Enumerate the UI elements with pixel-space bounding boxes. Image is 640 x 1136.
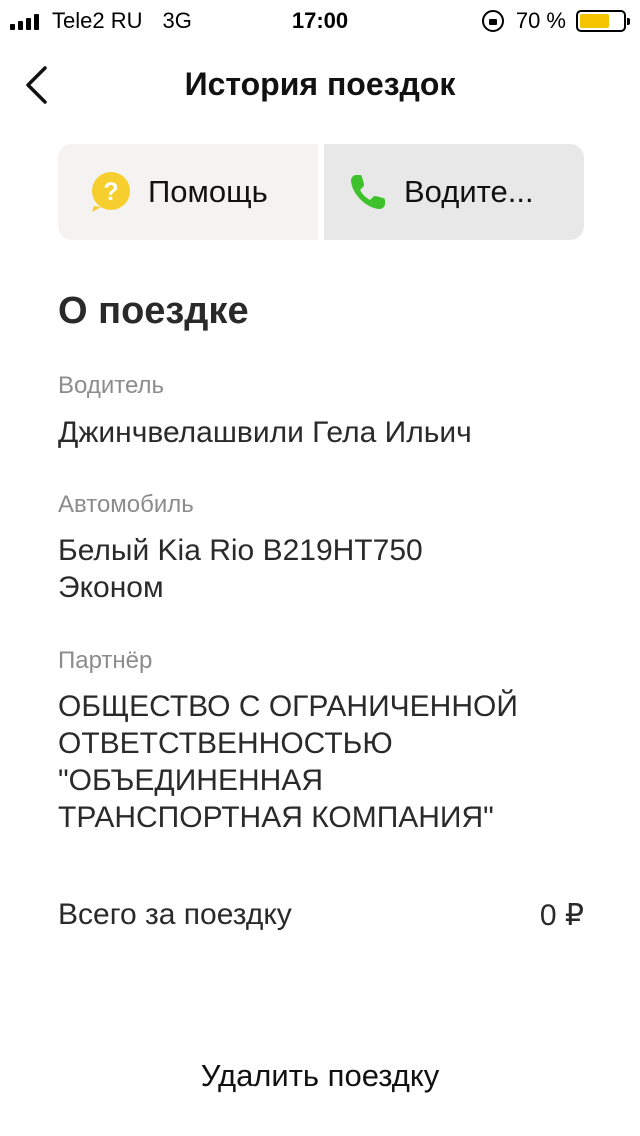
driver-value: Джинчвелашвили Гела Ильич (58, 416, 472, 449)
help-button[interactable]: ? Помощь (58, 144, 318, 240)
total-label: Всего за поездку (58, 898, 292, 931)
trip-details-screen: Tele2 RU 3G 17:00 70 % История поездок ?… (0, 0, 640, 1136)
status-right: 70 % (481, 8, 630, 34)
partner-value: ОБЩЕСТВО С ОГРАНИЧЕННОЙ ОТВЕТСТВЕННОСТЬЮ… (58, 688, 518, 836)
partner-line: "ОБЪЕДИНЕННАЯ (58, 764, 323, 797)
status-bar: Tele2 RU 3G 17:00 70 % (0, 0, 640, 42)
call-driver-button[interactable]: Водите... (324, 144, 584, 240)
action-buttons: ? Помощь Водите... (58, 144, 584, 240)
partner-line: ОТВЕТСТВЕННОСТЬЮ (58, 727, 393, 760)
help-button-label: Помощь (148, 174, 268, 209)
driver-label: Водитель (58, 372, 165, 399)
trip-total-row: Всего за поездку 0 ₽ (58, 898, 584, 933)
phone-icon (348, 172, 388, 212)
total-value: 0 ₽ (539, 899, 584, 932)
car-label: Автомобиль (58, 491, 194, 518)
help-bubble-icon: ? (88, 170, 132, 214)
partner-line: ТРАНСПОРТНАЯ КОМПАНИЯ" (58, 801, 494, 834)
partner-line: ОБЩЕСТВО С ОГРАНИЧЕННОЙ (58, 690, 518, 723)
nav-bar: История поездок (0, 42, 640, 128)
orientation-lock-icon (481, 10, 504, 32)
partner-label: Партнёр (58, 647, 153, 674)
car-model-plate: Белый Kia Rio В219НТ750 (58, 534, 423, 567)
battery-icon (576, 10, 630, 32)
section-title: О поездке (58, 290, 249, 332)
delete-trip-button[interactable]: Удалить поездку (0, 1058, 640, 1094)
battery-percent: 70 % (515, 8, 566, 33)
car-value: Белый Kia Rio В219НТ750 Эконом (58, 532, 423, 606)
call-driver-label: Водите... (404, 174, 534, 209)
battery-fill (580, 14, 610, 28)
car-tariff: Эконом (58, 571, 164, 604)
svg-text:?: ? (103, 178, 118, 206)
page-title: История поездок (184, 66, 456, 102)
